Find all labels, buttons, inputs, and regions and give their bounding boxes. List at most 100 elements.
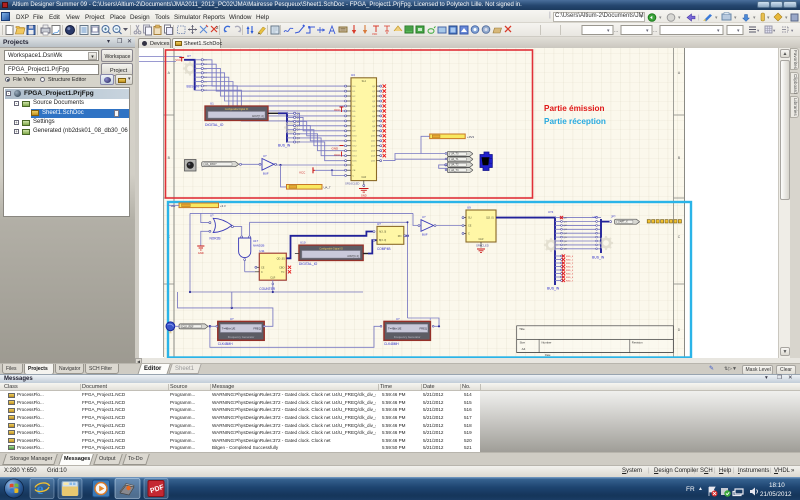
svg-text:SR4CLED: SR4CLED xyxy=(476,244,489,248)
svg-text:GND: GND xyxy=(332,147,340,151)
svg-text:B: B xyxy=(678,156,681,160)
svg-text:1: 1 xyxy=(430,318,432,321)
svg-text:Size: Size xyxy=(520,341,526,345)
svg-text:CE: CE xyxy=(261,266,265,269)
svg-text:FREQ: FREQ xyxy=(253,326,260,330)
svg-text:CLR: CLR xyxy=(478,238,483,241)
svg-text:VCC: VCC xyxy=(334,153,341,157)
svg-text:U?: U? xyxy=(230,317,234,321)
svg-text:B[3..0]: B[3..0] xyxy=(379,239,387,242)
svg-text:RXD_2: RXD_2 xyxy=(566,263,574,265)
svg-text:SR16CLED: SR16CLED xyxy=(345,182,359,186)
svg-text:▾: ▾ xyxy=(791,28,794,33)
svg-text:U1: U1 xyxy=(210,102,214,106)
svg-text:RXD_5: RXD_5 xyxy=(566,273,574,275)
svg-text:Configurable Digital IO: Configurable Digital IO xyxy=(319,247,343,250)
svg-text:UA_T1: UA_T1 xyxy=(451,158,459,161)
svg-text:CLR: CLR xyxy=(361,176,366,179)
svg-text:1B+: 1B+ xyxy=(171,204,176,208)
svg-text:BUS_IN: BUS_IN xyxy=(592,256,605,260)
svg-text:B: B xyxy=(168,156,171,160)
svg-text:▾: ▾ xyxy=(767,15,770,21)
svg-text:CLR: CLR xyxy=(270,277,275,280)
svg-text:CBO: CBO xyxy=(279,266,284,269)
svg-text:2: 2 xyxy=(216,25,219,30)
svg-text:CLK48MH: CLK48MH xyxy=(384,342,399,346)
svg-text:UART_X: UART_X xyxy=(618,221,628,224)
svg-text:UA_T3: UA_T3 xyxy=(451,169,459,172)
svg-text:|: | xyxy=(698,15,700,21)
svg-text:Partie réception: Partie réception xyxy=(544,117,606,126)
svg-text:T=4Bit+1/E: T=4Bit+1/E xyxy=(222,326,236,330)
svg-text:Revision: Revision xyxy=(632,341,643,345)
svg-text:RXD_3: RXD_3 xyxy=(566,266,574,268)
svg-text:C: C xyxy=(261,271,263,274)
svg-text:RO: RO xyxy=(398,235,402,238)
svg-text:UA_T0: UA_T0 xyxy=(451,153,459,156)
svg-text:COUNTER: COUNTER xyxy=(259,287,275,291)
svg-text:AOUT[7..0]: AOUT[7..0] xyxy=(252,115,264,118)
svg-text:BUS_IN: BUS_IN xyxy=(187,85,200,89)
svg-text:U?: U? xyxy=(210,214,214,218)
svg-text:Date: Date xyxy=(545,353,551,357)
svg-text:U?: U? xyxy=(263,154,267,158)
svg-text:COMP4B: COMP4B xyxy=(377,247,390,251)
svg-text:Partie émission: Partie émission xyxy=(544,104,605,113)
svg-text:RXD_6: RXD_6 xyxy=(566,277,574,279)
svg-text:A4: A4 xyxy=(522,347,526,351)
svg-text:CLK48MH: CLK48MH xyxy=(218,342,233,346)
svg-text:U3: U3 xyxy=(351,73,355,77)
svg-text:Configurable Digital IO: Configurable Digital IO xyxy=(225,108,249,111)
svg-text:GND: GND xyxy=(361,194,367,198)
svg-text:U?: U? xyxy=(377,222,381,226)
svg-text:DIGITAL_IO: DIGITAL_IO xyxy=(299,262,318,266)
svg-text:C: C xyxy=(678,235,681,239)
svg-text:▾: ▾ xyxy=(753,15,756,21)
svg-text:U9: U9 xyxy=(467,206,471,210)
svg-text:Number: Number xyxy=(542,341,552,345)
svg-text:BUF: BUF xyxy=(263,172,269,176)
svg-text:GND: GND xyxy=(198,251,204,255)
svg-text:Title: Title xyxy=(519,327,525,331)
svg-text:UA_T: UA_T xyxy=(324,186,331,190)
svg-text:AOUT[0..0]: AOUT[0..0] xyxy=(347,255,359,258)
svg-text:▾: ▾ xyxy=(678,15,681,21)
svg-text:Q[3..0]: Q[3..0] xyxy=(486,217,494,220)
svg-text:RXD_0: RXD_0 xyxy=(566,256,574,258)
svg-text:U1?: U1? xyxy=(593,215,599,219)
svg-text:▾: ▾ xyxy=(785,15,788,21)
svg-text:Frequency Generator: Frequency Generator xyxy=(394,335,421,339)
svg-text:▾: ▾ xyxy=(773,28,776,33)
svg-text:U10: U10 xyxy=(300,241,306,245)
svg-text:BUS_IN: BUS_IN xyxy=(278,144,291,148)
svg-text:U?: U? xyxy=(187,54,191,58)
svg-text:UA_T2: UA_T2 xyxy=(451,164,459,167)
svg-text:QD..[0]: QD..[0] xyxy=(277,257,285,260)
svg-text:▾: ▾ xyxy=(757,28,760,33)
svg-text:SL2: SL2 xyxy=(362,80,367,83)
svg-text:T=4Bit+1/E: T=4Bit+1/E xyxy=(388,326,402,330)
svg-text:Frequency Generator: Frequency Generator xyxy=(228,335,255,339)
svg-text:U?: U? xyxy=(396,317,400,321)
svg-text:U?: U? xyxy=(422,215,426,219)
svg-text:RXD_4: RXD_4 xyxy=(566,270,574,272)
svg-text:D: D xyxy=(678,328,681,332)
svg-text:▾: ▾ xyxy=(659,15,662,21)
svg-text:RXD_7: RXD_7 xyxy=(566,280,574,282)
svg-text:VCC: VCC xyxy=(334,108,341,112)
svg-text:VCC: VCC xyxy=(299,170,306,174)
svg-text:CE: CE xyxy=(468,225,472,228)
svg-text:+3.3: +3.3 xyxy=(220,204,226,208)
svg-text:C: C xyxy=(468,232,470,235)
svg-text:U1?: U1? xyxy=(253,239,259,243)
svg-text:BUS_IN: BUS_IN xyxy=(547,287,560,291)
svg-text:FREQ: FREQ xyxy=(420,326,427,330)
svg-text:▾: ▾ xyxy=(734,15,737,21)
svg-text:A: A xyxy=(678,71,681,75)
svg-text:NOR2B: NOR2B xyxy=(210,237,221,241)
svg-text:...: ... xyxy=(614,28,618,34)
svg-text:U11: U11 xyxy=(259,249,265,253)
svg-text:NAND2B: NAND2B xyxy=(253,244,264,248)
svg-text:A[3..0]: A[3..0] xyxy=(379,231,387,234)
svg-text:VR: VR xyxy=(168,332,172,335)
